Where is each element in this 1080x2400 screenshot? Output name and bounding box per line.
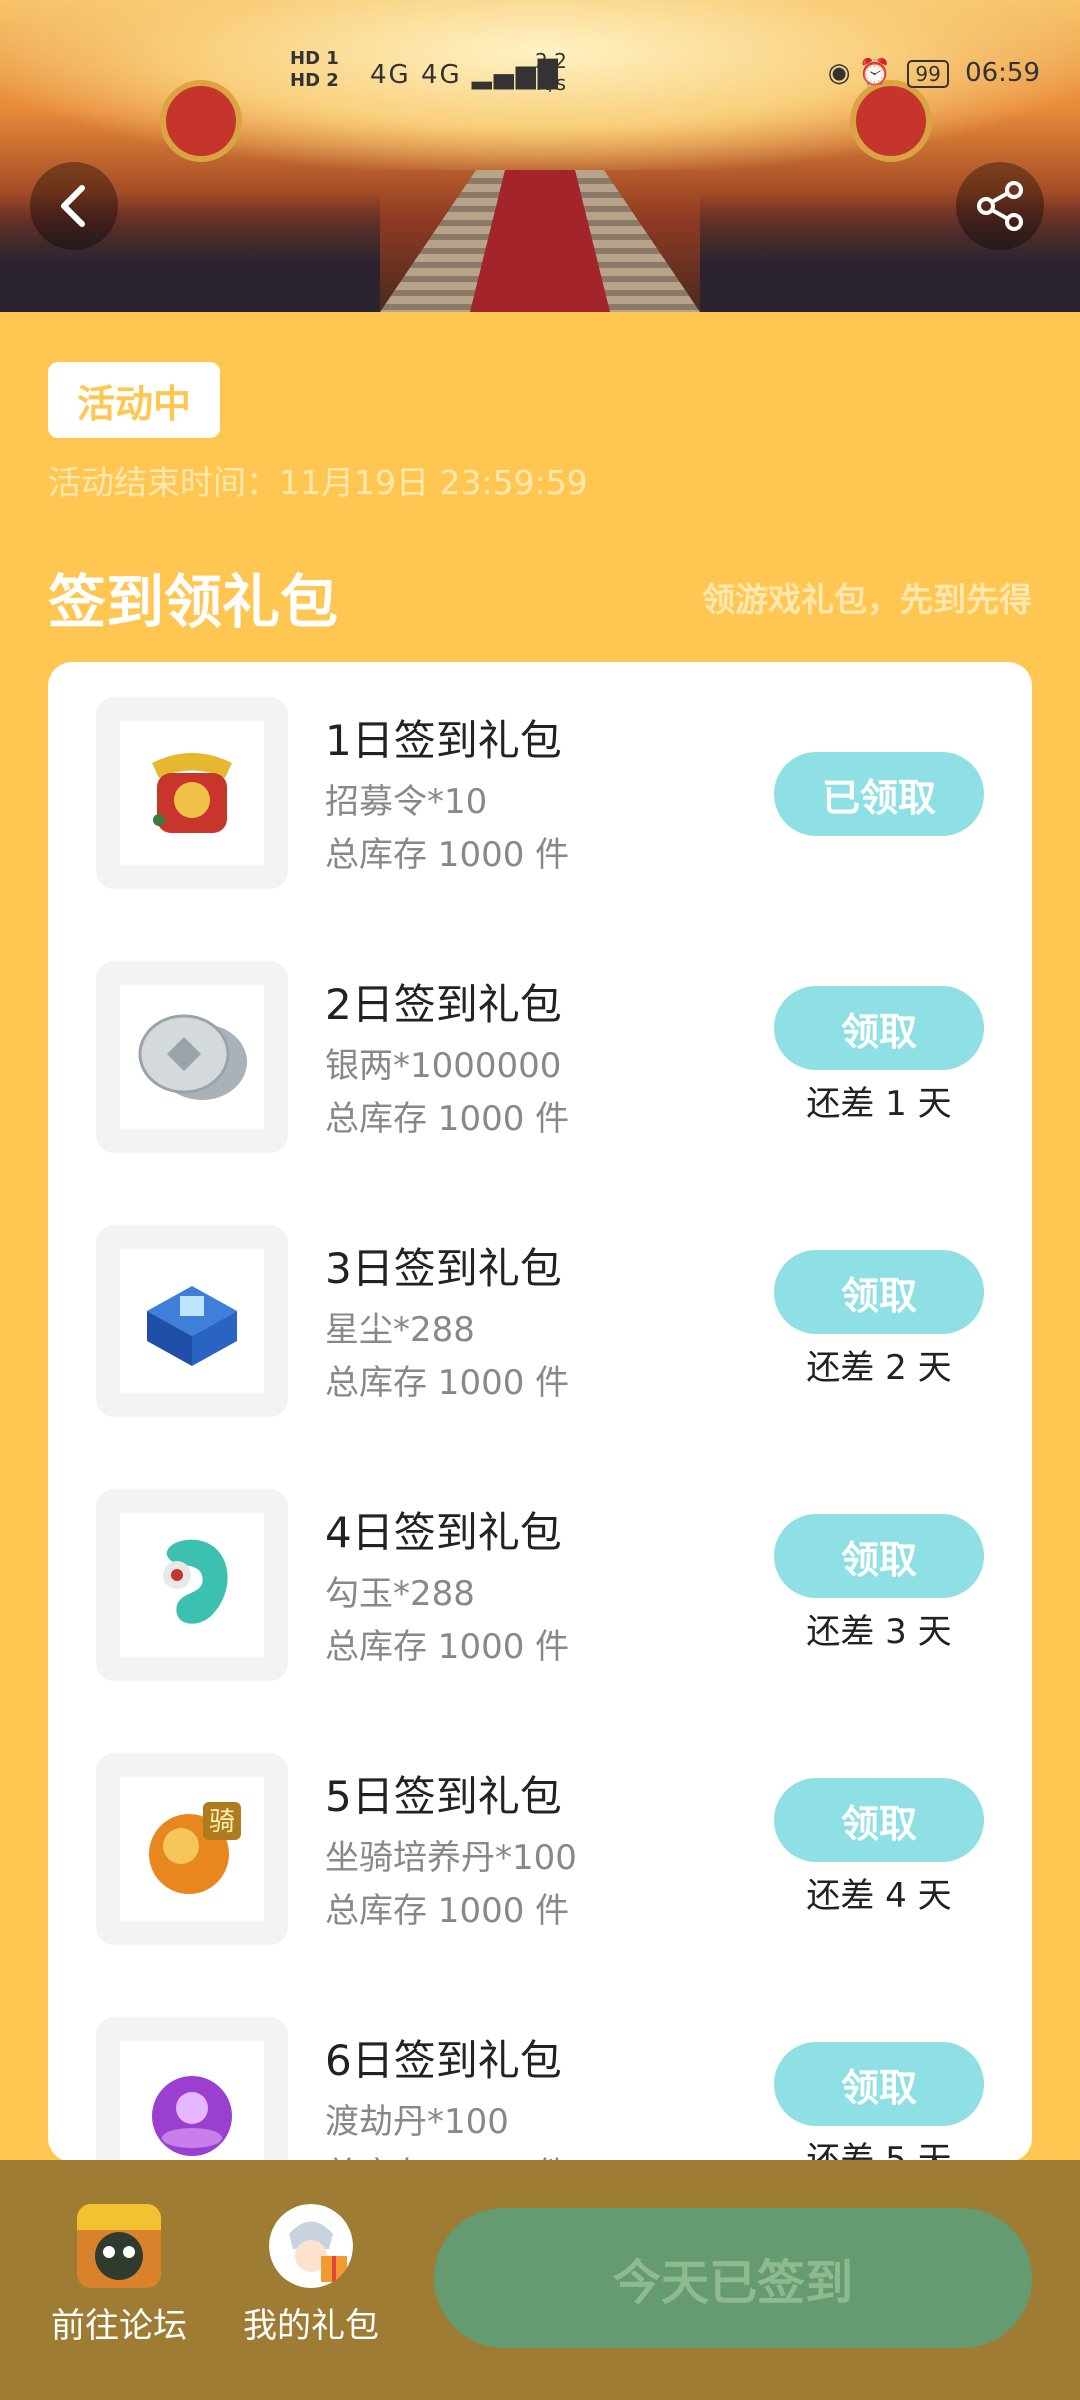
claim-button[interactable]: 领取 [774, 1250, 984, 1334]
section-title: 签到领礼包 [48, 568, 339, 636]
gift-title: 3日签到礼包 [325, 1244, 562, 1293]
end-time-value: 11月19日 23:59:59 [279, 463, 588, 502]
gift-desc: 坐骑培养丹*100 [325, 1838, 577, 1878]
recruit-token-icon [152, 753, 232, 833]
end-time-label: 活动结束时间： [48, 463, 279, 502]
sim2-label: HD 2 [290, 70, 339, 91]
claim-button[interactable]: 领取 [774, 1514, 984, 1598]
gift-item-day2: 2日签到礼包 银两*1000000 总库存 1000 件 领取 还差 1 天 [48, 926, 1032, 1153]
end-time: 活动结束时间：11月19日 23:59:59 [48, 456, 588, 504]
my-gifts-link[interactable]: 我的礼包 [236, 2204, 386, 2347]
magatama-icon [163, 1539, 228, 1624]
gift-title: 6日签到礼包 [325, 2036, 562, 2085]
clock: 06:59 [965, 58, 1040, 88]
gift-stock: 总库存 1000 件 [325, 1891, 570, 1931]
stardust-chest-icon [147, 1286, 237, 1366]
sim1-label: HD 1 [290, 48, 339, 69]
gift-thumb: 骑 [96, 1753, 288, 1945]
gift-thumb [96, 697, 288, 889]
signal-label: 4G 4G [370, 60, 462, 90]
gift-stock: 总库存 1000 件 [325, 835, 570, 875]
game-avatar-icon [77, 2204, 161, 2288]
battery-level: 99 [915, 62, 941, 86]
gift-thumb [96, 1225, 288, 1417]
forum-label: 前往论坛 [51, 2306, 187, 2346]
checkin-button[interactable]: 今天已签到 [434, 2208, 1032, 2348]
banner-drum-left [160, 80, 242, 162]
gift-list: 1日签到礼包 招募令*10 总库存 1000 件 已领取 2日签到礼包 银两*1… [48, 662, 1032, 2162]
game-banner [0, 0, 1080, 312]
mount-pill-icon: 骑 [149, 1802, 241, 1894]
gift-desc: 渡劫丹*100 [325, 2102, 509, 2142]
eye-icon: ◉ [827, 58, 851, 88]
gift-desc: 星尘*288 [325, 1310, 475, 1350]
silver-coin-icon [138, 1014, 247, 1100]
gift-item-day1: 1日签到礼包 招募令*10 总库存 1000 件 已领取 [48, 662, 1032, 889]
gift-item-day6: 6日签到礼包 渡劫丹*100 总库存 1000 件 领取 还差 5 天 [48, 1982, 1032, 2162]
claim-button[interactable]: 领取 [774, 2042, 984, 2126]
network-speed: 2.2 K/s [535, 50, 567, 94]
bottom-bar: 前往论坛 我的礼包 今天已签到 [0, 2160, 1080, 2400]
back-button[interactable] [30, 162, 118, 250]
gift-stock: 总库存 1000 件 [325, 1099, 570, 1139]
gift-stock: 总库存 1000 件 [325, 1627, 570, 1667]
days-remaining: 还差 1 天 [806, 1084, 952, 1124]
status-right: ◉ ⏰ 99 06:59 [828, 58, 1040, 88]
status-bar: HD 1 HD 2 4G 4G ▂▄▆█ 2.2 K/s ◉ ⏰ 99 06:5… [290, 48, 1060, 108]
claim-button[interactable]: 领取 [774, 986, 984, 1070]
gift-thumb [96, 2017, 288, 2162]
claimed-button[interactable]: 已领取 [774, 752, 984, 836]
share-icon [977, 181, 1023, 231]
alarm-icon: ⏰ [858, 58, 892, 88]
sim-indicator: HD 1 HD 2 [290, 48, 339, 92]
gift-thumb [96, 1489, 288, 1681]
share-button[interactable] [956, 162, 1044, 250]
forum-link[interactable]: 前往论坛 [44, 2204, 194, 2347]
my-gifts-label: 我的礼包 [243, 2306, 379, 2346]
gift-title: 2日签到礼包 [325, 980, 562, 1029]
chevron-left-icon [61, 185, 85, 227]
speed-value: 2.2 [535, 49, 567, 73]
days-remaining: 还差 3 天 [806, 1612, 952, 1652]
gift-desc: 银两*1000000 [325, 1046, 562, 1086]
gift-desc: 招募令*10 [325, 782, 488, 822]
battery-icon: 99 [907, 60, 949, 88]
section-subtitle: 领游戏礼包，先到先得 [702, 580, 1032, 619]
gift-avatar-icon [269, 2204, 353, 2288]
gift-thumb [96, 961, 288, 1153]
speed-unit: K/s [535, 71, 567, 95]
signal-icon: 4G 4G ▂▄▆█ [370, 60, 560, 90]
days-remaining: 还差 4 天 [806, 1876, 952, 1916]
svg-text:骑: 骑 [209, 1807, 235, 1837]
gift-title: 5日签到礼包 [325, 1772, 562, 1821]
days-remaining: 还差 5 天 [806, 2140, 952, 2162]
gift-stock: 总库存 1000 件 [325, 1363, 570, 1403]
gift-title: 1日签到礼包 [325, 716, 562, 765]
gift-item-day5: 骑 5日签到礼包 坐骑培养丹*100 总库存 1000 件 领取 还差 4 天 [48, 1718, 1032, 1945]
tribulation-pill-icon [152, 2076, 232, 2156]
gift-desc: 勾玉*288 [325, 1574, 475, 1614]
gift-title: 4日签到礼包 [325, 1508, 562, 1557]
gift-item-day4: 4日签到礼包 勾玉*288 总库存 1000 件 领取 还差 3 天 [48, 1454, 1032, 1681]
status-badge: 活动中 [48, 362, 220, 438]
claim-button[interactable]: 领取 [774, 1778, 984, 1862]
gift-item-day3: 3日签到礼包 星尘*288 总库存 1000 件 领取 还差 2 天 [48, 1190, 1032, 1417]
days-remaining: 还差 2 天 [806, 1348, 952, 1388]
